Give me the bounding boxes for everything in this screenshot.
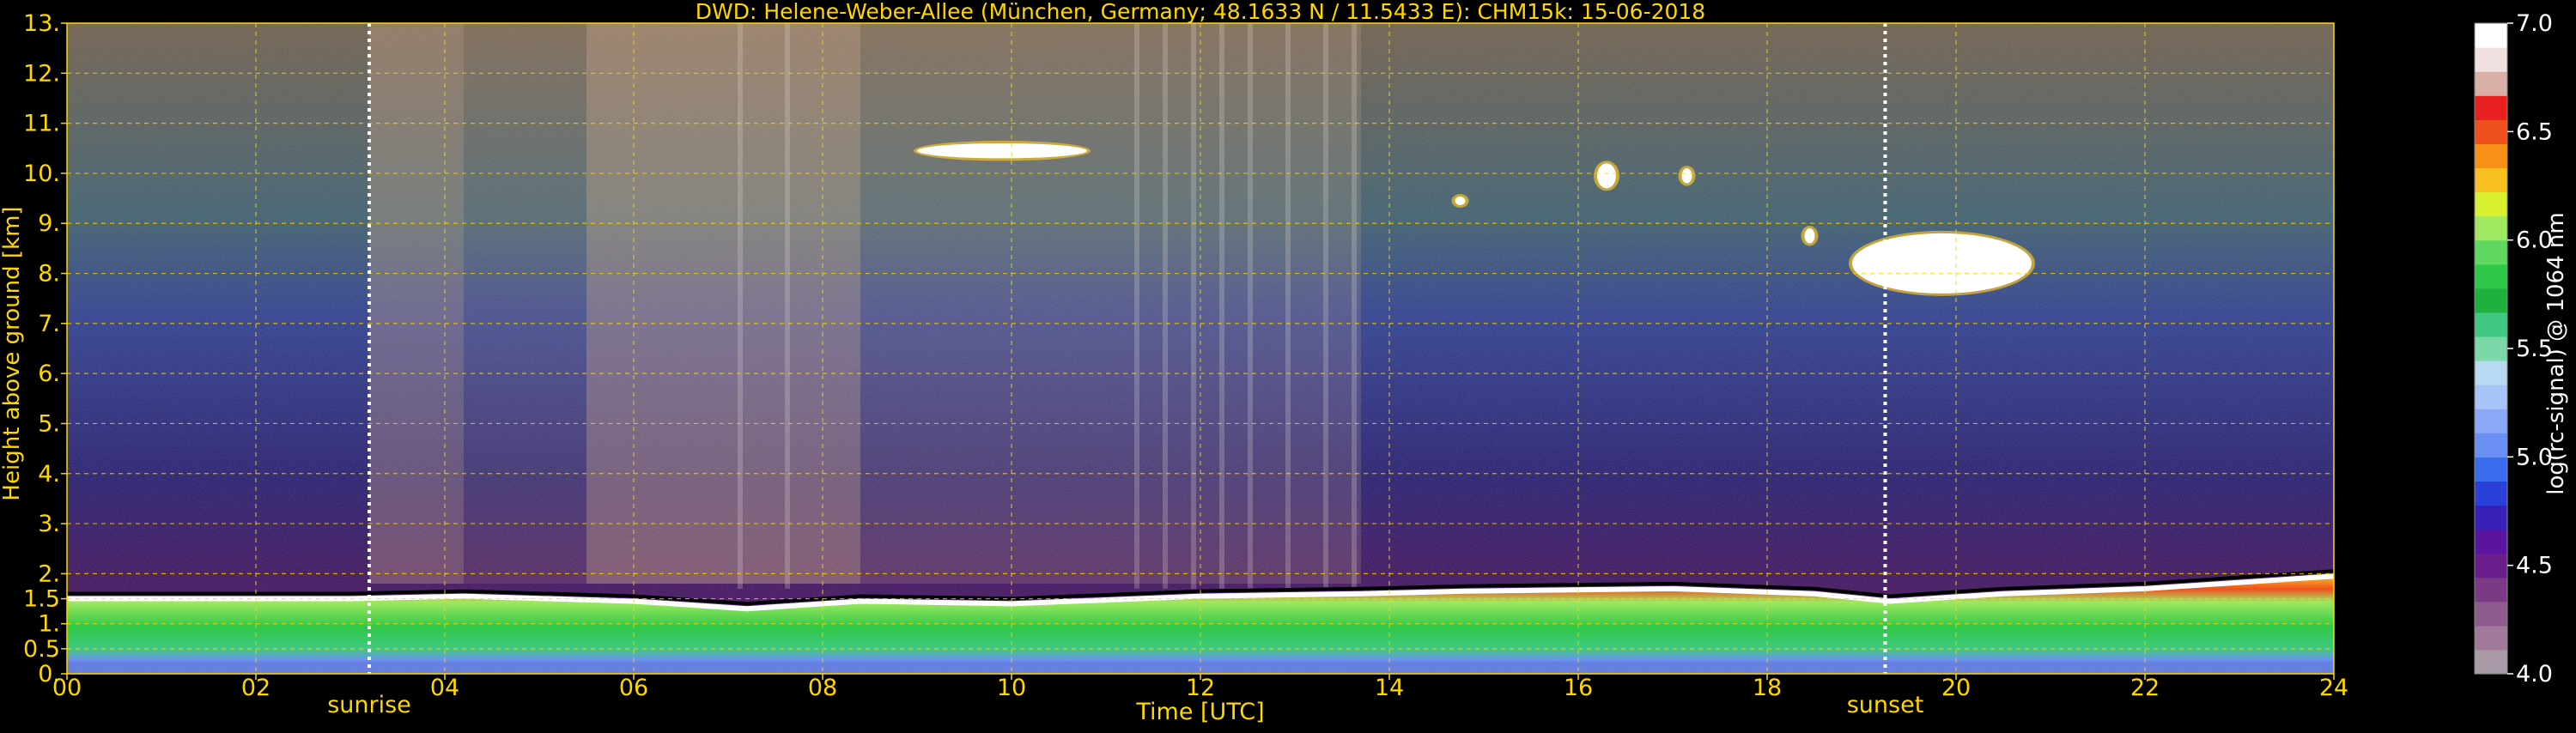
colorbar-segment [2475, 601, 2507, 627]
y-tick-label: 12. [23, 60, 60, 87]
colorbar-segment [2475, 409, 2507, 433]
colorbar-tick-label: 6.5 [2516, 118, 2553, 145]
x-tick-label: 18 [1753, 675, 1782, 701]
colorbar-segment [2475, 625, 2507, 651]
chart-title: DWD: Helene-Weber-Allee (München, German… [696, 0, 1705, 24]
y-tick-label: 7. [38, 311, 60, 337]
colorbar-segment [2475, 336, 2507, 361]
colorbar-segment [2475, 47, 2507, 72]
cloud [917, 142, 1087, 159]
x-tick-label: 14 [1375, 675, 1404, 701]
y-tick-label: 9. [38, 210, 60, 237]
cloud [1455, 196, 1466, 205]
colorbar-segment [2475, 239, 2507, 265]
y-tick-label: 0. [38, 661, 60, 688]
x-tick-label: 04 [430, 675, 459, 701]
y-tick-label: 1.5 [23, 586, 60, 613]
y-tick-label: 10. [23, 161, 60, 187]
x-tick-label: 24 [2319, 675, 2348, 701]
colorbar-segment [2475, 23, 2507, 48]
cloud [1804, 228, 1815, 244]
x-tick-label: 22 [2130, 675, 2160, 701]
x-tick-label: 12 [1186, 675, 1215, 701]
colorbar-segment [2475, 577, 2507, 603]
sunset-label: sunset [1847, 692, 1924, 718]
y-tick-label: 11. [23, 111, 60, 137]
x-axis-label: Time [UTC] [1135, 699, 1264, 725]
cloud [1852, 233, 2032, 294]
x-tick-label: 16 [1564, 675, 1593, 701]
y-axis-label: Height above ground [km] [0, 206, 25, 500]
colorbar-segment [2475, 529, 2507, 554]
y-tick-label: 1. [38, 611, 60, 638]
colorbar-segment [2475, 385, 2507, 409]
colorbar-segment [2475, 71, 2507, 96]
colorbar-tick-label: 4.5 [2516, 553, 2553, 579]
y-tick-label: 0.5 [23, 636, 60, 663]
y-tick-label: 5. [38, 410, 60, 437]
colorbar-segment [2475, 167, 2507, 193]
colorbar-segment [2475, 119, 2507, 144]
sunrise-label: sunrise [327, 692, 411, 718]
colorbar-tick-label: 4.0 [2516, 661, 2553, 688]
colorbar-segment [2475, 457, 2507, 482]
colorbar-segment [2475, 360, 2507, 385]
colorbar-segment [2475, 264, 2507, 289]
y-tick-label: 3. [38, 511, 60, 537]
x-tick-label: 02 [241, 675, 270, 701]
colorbar-segment [2475, 553, 2507, 579]
colorbar-tick-label: 7.0 [2516, 10, 2553, 37]
colorbar-segment [2475, 288, 2507, 313]
colorbar-label: log(rc-signal) @ 1064 nm [2543, 212, 2569, 494]
colorbar-segment [2475, 481, 2507, 506]
colorbar: 4.04.55.05.56.06.57.0 [2474, 10, 2553, 688]
cloud [1597, 163, 1616, 189]
colorbar-segment [2475, 312, 2507, 337]
y-tick-label: 8. [38, 261, 60, 288]
cloud [1681, 168, 1692, 184]
colorbar-segment [2475, 143, 2507, 169]
y-tick-label: 2. [38, 560, 60, 587]
x-tick-label: 08 [808, 675, 837, 701]
y-tick-label: 6. [38, 360, 60, 387]
colorbar-segment [2475, 95, 2507, 120]
colorbar-segment [2475, 433, 2507, 457]
y-tick-label: 4. [38, 461, 60, 488]
colorbar-segment [2475, 505, 2507, 530]
ceilometer-chart: sunrise sunset 00 02 04 06 08 10 12 14 16 18 20 22 24… [0, 0, 2576, 730]
colorbar-segment [2475, 191, 2507, 217]
colorbar-segment [2475, 649, 2507, 675]
x-tick-label: 06 [619, 675, 648, 701]
y-tick-label: 13. [23, 10, 60, 37]
x-tick-label: 10 [997, 675, 1026, 701]
chart-svg: sunrise sunset 00 02 04 06 08 10 12 14 16 18 20 22 24… [0, 0, 2569, 725]
x-tick-label: 20 [1941, 675, 1971, 701]
colorbar-segment [2475, 215, 2507, 241]
